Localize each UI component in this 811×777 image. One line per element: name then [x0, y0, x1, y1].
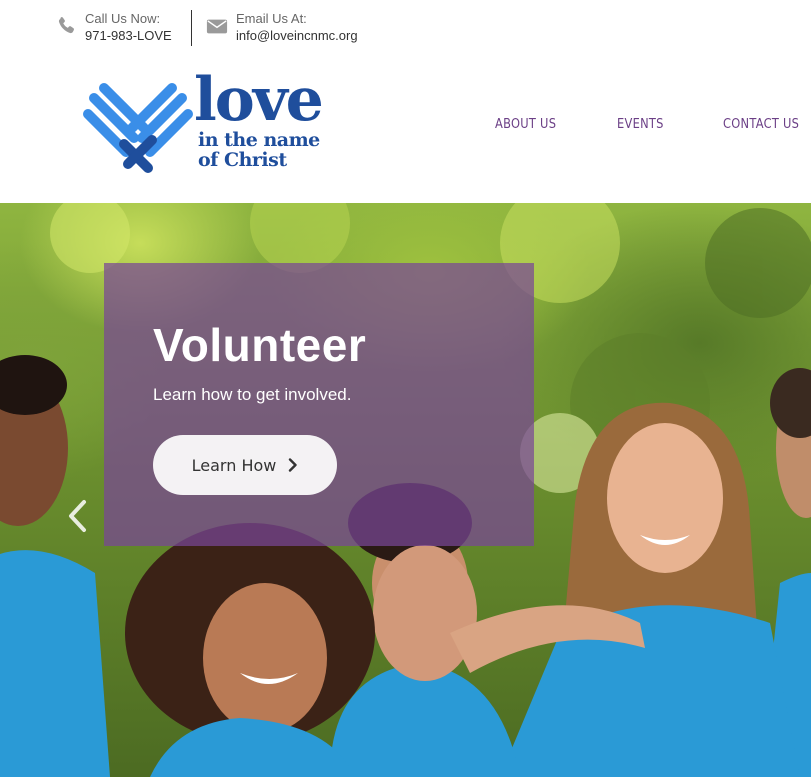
email-address[interactable]: info@loveincnmc.org [236, 27, 358, 45]
nav-contact-us[interactable]: CONTACT US [723, 117, 799, 132]
phone-icon [58, 17, 74, 34]
hero-caption-box: Volunteer Learn how to get involved. Lea… [104, 263, 534, 546]
hero-title: Volunteer [153, 319, 367, 371]
nav-about-us[interactable]: ABOUT US [495, 117, 556, 132]
contact-bar: Call Us Now: 971-983-LOVE Email Us At: i… [0, 0, 811, 60]
hero-subtitle: Learn how to get involved. [153, 385, 352, 404]
main-nav: ABOUT US EVENTS CONTACT US [0, 117, 811, 137]
contact-divider [191, 10, 192, 46]
email-contact[interactable]: Email Us At: info@loveincnmc.org [206, 10, 358, 45]
chevron-right-icon [289, 458, 298, 472]
learn-how-label: Learn How [191, 455, 277, 475]
chevron-left-icon[interactable] [66, 499, 90, 533]
nav-events[interactable]: EVENTS [617, 117, 664, 132]
envelope-icon [206, 19, 228, 34]
phone-number[interactable]: 971-983-LOVE [85, 27, 172, 45]
logo-line-3: of Christ [198, 149, 287, 171]
learn-how-button[interactable]: Learn How [153, 435, 337, 495]
email-label: Email Us At: [236, 11, 307, 26]
phone-label: Call Us Now: [85, 11, 161, 26]
phone-contact[interactable]: Call Us Now: 971-983-LOVE [55, 10, 172, 45]
hero-slider: Volunteer Learn how to get involved. Lea… [0, 203, 811, 777]
